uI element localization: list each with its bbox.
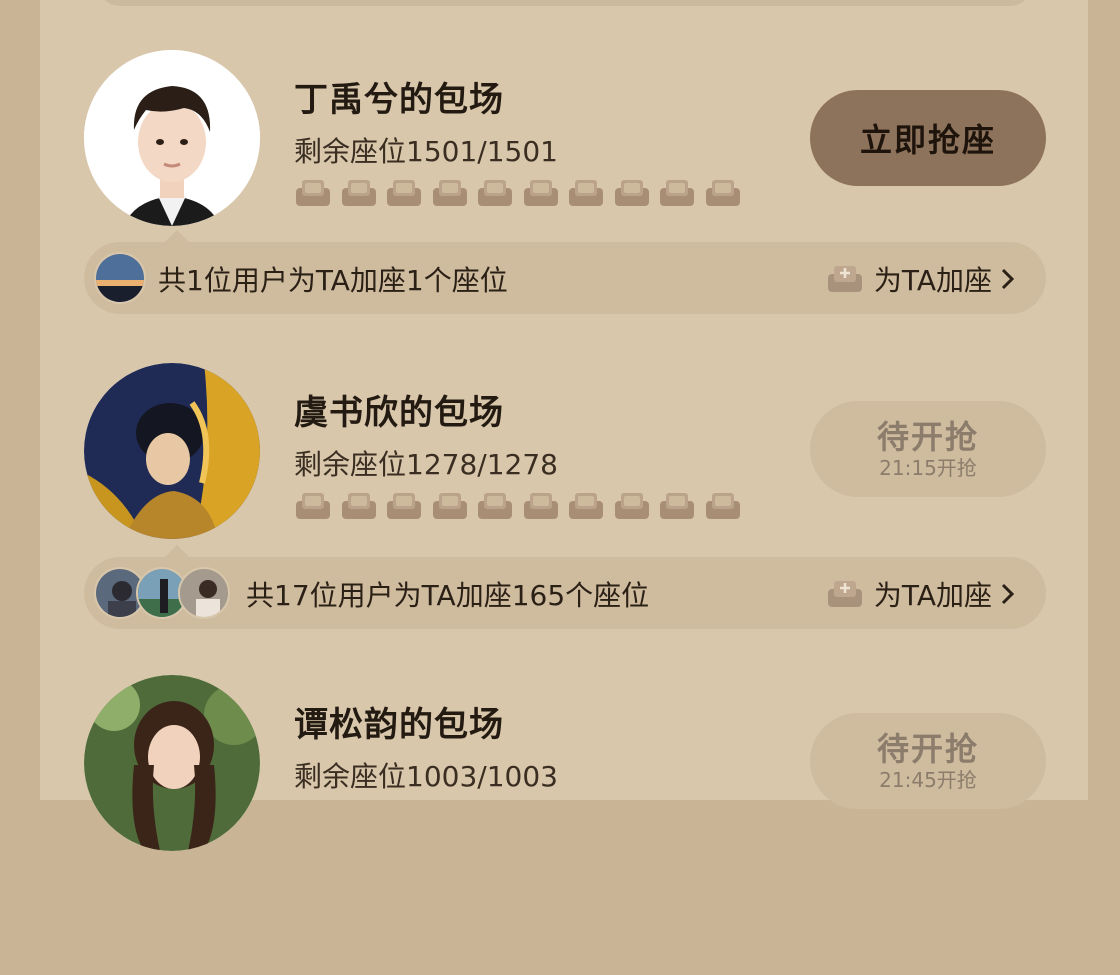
add-seat-link[interactable]: 为TA加座 bbox=[826, 259, 1016, 299]
pointer-arrow bbox=[165, 545, 189, 557]
host-avatar[interactable] bbox=[84, 363, 260, 539]
host-avatar[interactable] bbox=[84, 675, 260, 851]
armchair-icon bbox=[613, 176, 651, 210]
remaining-seats: 剩余座位1501/1501 bbox=[294, 135, 558, 168]
armchair-icon bbox=[385, 176, 423, 210]
armchair-icon bbox=[613, 489, 651, 523]
card-title: 谭松韵的包场 bbox=[294, 705, 504, 745]
supporter-avatar bbox=[178, 567, 230, 619]
armchair-icon bbox=[476, 176, 514, 210]
armchair-icon bbox=[567, 176, 605, 210]
add-seat-link[interactable]: 为TA加座 bbox=[826, 574, 1016, 614]
armchair-icon bbox=[704, 489, 742, 523]
supporters-text: 共1位用户为TA加座1个座位 bbox=[158, 264, 508, 297]
remaining-seats: 剩余座位1003/1003 bbox=[294, 760, 558, 793]
remaining-seats: 剩余座位1278/1278 bbox=[294, 448, 558, 481]
armchair-icon bbox=[340, 176, 378, 210]
booking-card: 虞书欣的包场 剩余座位1278/1278 待开抢 21:15开抢 共17位用户为… bbox=[0, 363, 1120, 663]
button-label: 待开抢 bbox=[876, 418, 979, 456]
supporters-strip[interactable]: 共17位用户为TA加座165个座位 为TA加座 bbox=[84, 557, 1046, 629]
chevron-right-icon bbox=[1001, 583, 1015, 605]
button-label: 待开抢 bbox=[876, 730, 979, 768]
host-avatar[interactable] bbox=[84, 50, 260, 226]
start-time: 21:45开抢 bbox=[879, 768, 977, 792]
pointer-arrow bbox=[165, 230, 189, 242]
armchair-plus-icon bbox=[827, 581, 862, 607]
grab-seat-button[interactable]: 立即抢座 bbox=[810, 90, 1046, 186]
armchair-icon bbox=[522, 176, 560, 210]
card-title: 丁禹兮的包场 bbox=[294, 80, 504, 120]
add-seat-label: 为TA加座 bbox=[873, 579, 992, 612]
pending-grab-button[interactable]: 待开抢 21:15开抢 bbox=[810, 401, 1046, 497]
card-title: 虞书欣的包场 bbox=[294, 393, 504, 433]
start-time: 21:15开抢 bbox=[879, 456, 977, 480]
previous-card-strip bbox=[98, 0, 1032, 6]
armchair-icon bbox=[476, 489, 514, 523]
add-seat-label: 为TA加座 bbox=[873, 264, 992, 297]
armchair-icon bbox=[385, 489, 423, 523]
armchair-icon bbox=[294, 176, 332, 210]
armchair-plus-icon bbox=[827, 266, 862, 292]
supporter-avatar bbox=[94, 252, 146, 304]
armchair-icon bbox=[704, 176, 742, 210]
armchair-icon bbox=[567, 489, 605, 523]
booking-card: 谭松韵的包场 剩余座位1003/1003 待开抢 21:45开抢 bbox=[0, 675, 1120, 975]
supporters-text: 共17位用户为TA加座165个座位 bbox=[246, 579, 650, 612]
chevron-right-icon bbox=[1001, 268, 1015, 290]
armchair-icon bbox=[658, 489, 696, 523]
pending-grab-button[interactable]: 待开抢 21:45开抢 bbox=[810, 713, 1046, 809]
booking-card: 丁禹兮的包场 剩余座位1501/1501 立即抢座 共1位用户为TA加座1个座位… bbox=[0, 50, 1120, 350]
armchair-icon bbox=[658, 176, 696, 210]
armchair-icon bbox=[340, 489, 378, 523]
armchair-icon bbox=[431, 489, 469, 523]
supporters-strip[interactable]: 共1位用户为TA加座1个座位 为TA加座 bbox=[84, 242, 1046, 314]
armchair-icon bbox=[294, 489, 332, 523]
armchair-icon bbox=[431, 176, 469, 210]
button-label: 立即抢座 bbox=[859, 121, 996, 159]
armchair-icon bbox=[522, 489, 560, 523]
